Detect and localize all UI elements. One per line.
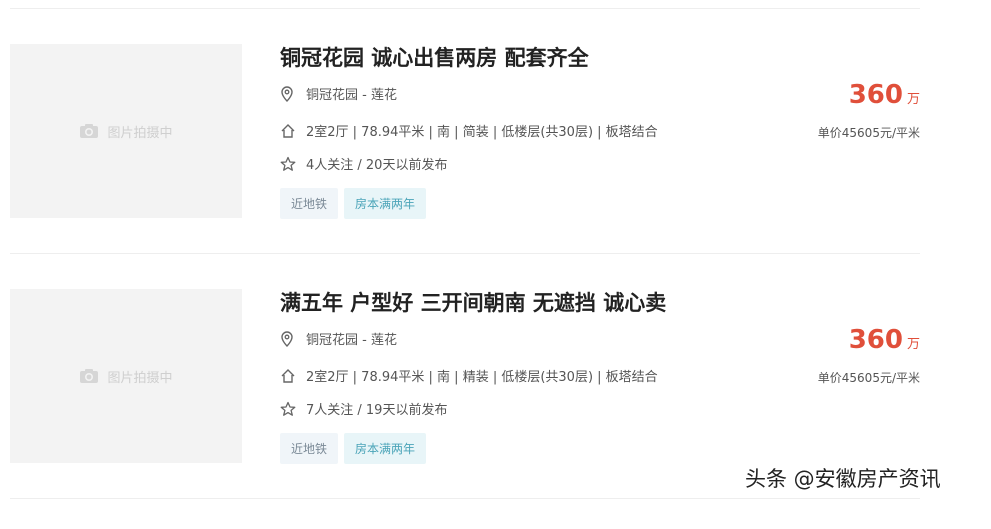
price-value: 360 xyxy=(848,80,903,110)
thumbnail-placeholder-text: 图片拍摄中 xyxy=(107,125,173,141)
listing-item[interactable]: 图片拍摄中 满五年 户型好 三开间朝南 无遮挡 诚心卖 铜冠花园 - 莲花 2室… xyxy=(0,289,991,529)
unit-price: 单价45605元/平米 xyxy=(817,371,920,385)
price-value: 360 xyxy=(848,325,903,355)
camera-icon xyxy=(80,124,99,138)
camera-icon xyxy=(80,369,99,383)
listing-title[interactable]: 铜冠花园 诚心出售两房 配套齐全 xyxy=(280,42,589,72)
location-pin-icon xyxy=(280,330,296,347)
follow-text: 4人关注 / 20天以前发布 xyxy=(306,158,448,173)
star-icon xyxy=(280,156,296,172)
location-row: 铜冠花园 - 莲花 xyxy=(280,329,397,348)
location-row: 铜冠花园 - 莲花 xyxy=(280,84,397,103)
tag-two-years: 房本满两年 xyxy=(344,433,427,464)
star-icon xyxy=(280,401,296,417)
listing-thumbnail[interactable]: 图片拍摄中 xyxy=(10,44,242,218)
location-text[interactable]: 铜冠花园 - 莲花 xyxy=(306,329,397,348)
tag-near-subway: 近地铁 xyxy=(280,188,339,219)
watermark-text: 头条 @安徽房产资讯 xyxy=(745,467,941,491)
details-text: 2室2厅 | 78.94平米 | 南 | 精装 | 低楼层(共30层) | 板塔… xyxy=(306,370,658,385)
total-price: 360 万 xyxy=(849,80,920,110)
divider-top xyxy=(10,8,920,9)
tag-near-subway: 近地铁 xyxy=(280,433,339,464)
listing-item[interactable]: 图片拍摄中 铜冠花园 诚心出售两房 配套齐全 铜冠花园 - 莲花 2室2厅 | … xyxy=(0,44,991,284)
price-unit: 万 xyxy=(906,92,920,107)
price-unit: 万 xyxy=(906,337,920,352)
listing-title[interactable]: 满五年 户型好 三开间朝南 无遮挡 诚心卖 xyxy=(280,287,666,317)
tag-two-years: 房本满两年 xyxy=(344,188,427,219)
unit-price: 单价45605元/平米 xyxy=(817,126,920,140)
details-row: 2室2厅 | 78.94平米 | 南 | 精装 | 低楼层(共30层) | 板塔… xyxy=(280,366,658,385)
house-icon xyxy=(280,368,296,384)
divider-middle xyxy=(10,253,920,254)
follow-text: 7人关注 / 19天以前发布 xyxy=(306,403,448,418)
total-price: 360 万 xyxy=(849,325,920,355)
tag-list: 近地铁 房本满两年 xyxy=(280,188,427,219)
location-pin-icon xyxy=(280,85,296,102)
thumbnail-placeholder-text: 图片拍摄中 xyxy=(107,370,173,386)
details-row: 2室2厅 | 78.94平米 | 南 | 简装 | 低楼层(共30层) | 板塔… xyxy=(280,121,658,140)
divider-bottom xyxy=(10,498,920,499)
follow-row: 4人关注 / 20天以前发布 xyxy=(280,154,447,173)
tag-list: 近地铁 房本满两年 xyxy=(280,433,427,464)
details-text: 2室2厅 | 78.94平米 | 南 | 简装 | 低楼层(共30层) | 板塔… xyxy=(306,125,658,140)
house-icon xyxy=(280,123,296,139)
follow-row: 7人关注 / 19天以前发布 xyxy=(280,399,447,418)
listing-thumbnail[interactable]: 图片拍摄中 xyxy=(10,289,242,463)
location-text[interactable]: 铜冠花园 - 莲花 xyxy=(306,84,397,103)
